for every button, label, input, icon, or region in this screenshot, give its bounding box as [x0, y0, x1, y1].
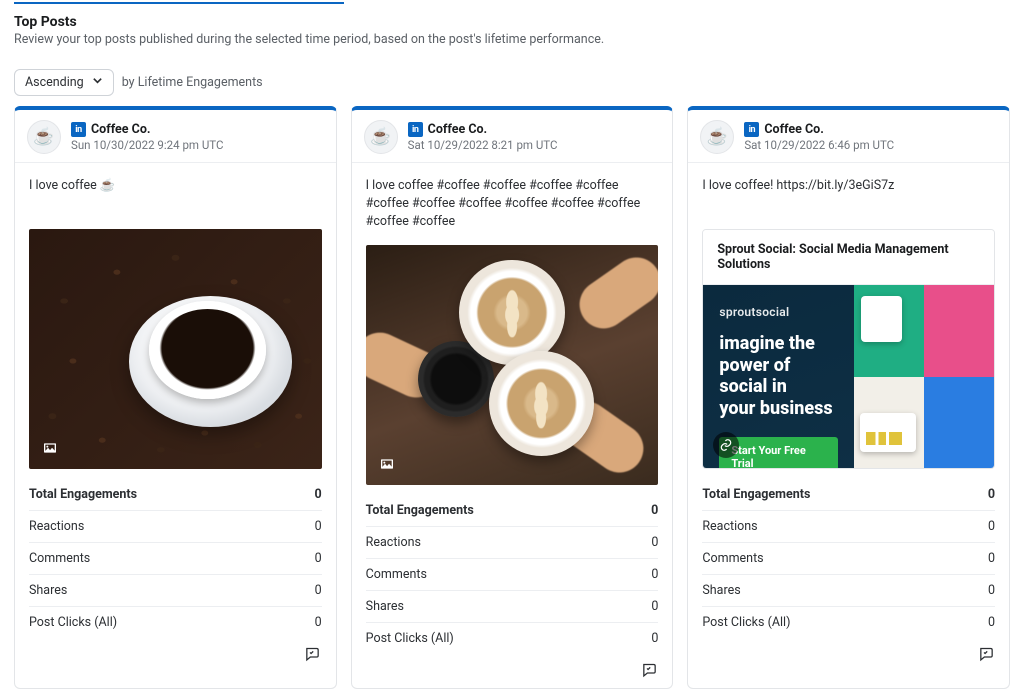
metric-value: 0 [651, 535, 658, 550]
metric-label: Total Engagements [29, 487, 137, 502]
metric-label: Reactions [29, 519, 84, 534]
post-header: ☕ in Coffee Co. Sun 10/30/2022 9:24 pm U… [15, 110, 336, 163]
metric-label: Comments [366, 567, 427, 582]
link-preview-collage [854, 285, 994, 468]
metrics-table: Total Engagements0 Reactions0 Comments0 … [15, 469, 336, 640]
metrics-table: Total Engagements0 Reactions0 Comments0 … [688, 469, 1009, 640]
metric-label: Total Engagements [366, 503, 474, 518]
image-icon [376, 453, 398, 475]
author-name[interactable]: Coffee Co. [428, 122, 488, 137]
sort-direction-dropdown[interactable]: Ascending [14, 69, 114, 96]
metric-label: Reactions [702, 519, 757, 534]
link-preview-title: Sprout Social: Social Media Management S… [703, 230, 994, 285]
post-text: I love coffee! https://bit.ly/3eGiS7z [688, 163, 1009, 223]
metric-label: Shares [702, 583, 740, 598]
post-card: ☕ in Coffee Co. Sun 10/30/2022 9:24 pm U… [14, 106, 337, 689]
metric-value: 0 [988, 519, 995, 534]
metric-label: Post Clicks (All) [702, 615, 790, 630]
post-timestamp: Sat 10/29/2022 8:21 pm UTC [408, 138, 558, 152]
post-timestamp: Sat 10/29/2022 6:46 pm UTC [744, 138, 894, 152]
linkedin-network-icon: in [408, 122, 423, 137]
image-icon [39, 437, 61, 459]
avatar: ☕ [27, 120, 61, 154]
author-name[interactable]: Coffee Co. [91, 122, 151, 137]
metric-value: 0 [651, 503, 658, 518]
metric-label: Shares [366, 599, 404, 614]
metric-value: 0 [651, 567, 658, 582]
avatar: ☕ [364, 120, 398, 154]
metric-value: 0 [988, 551, 995, 566]
metric-label: Shares [29, 583, 67, 598]
metrics-table: Total Engagements0 Reactions0 Comments0 … [352, 485, 673, 656]
metric-label: Total Engagements [702, 487, 810, 502]
tag-post-button[interactable] [302, 642, 324, 664]
metric-value: 0 [315, 519, 322, 534]
metric-value: 0 [651, 631, 658, 646]
link-preview-headline: imagine the power of social in your busi… [719, 333, 838, 419]
post-card: ☕ in Coffee Co. Sat 10/29/2022 6:46 pm U… [687, 106, 1010, 689]
linkedin-network-icon: in [744, 122, 759, 137]
author-name[interactable]: Coffee Co. [764, 122, 824, 137]
post-cards: ☕ in Coffee Co. Sun 10/30/2022 9:24 pm U… [14, 106, 1010, 689]
metric-label: Post Clicks (All) [366, 631, 454, 646]
metric-value: 0 [988, 615, 995, 630]
metric-value: 0 [315, 551, 322, 566]
metric-value: 0 [315, 615, 322, 630]
post-link-preview[interactable]: Sprout Social: Social Media Management S… [702, 229, 995, 469]
section-subtitle: Review your top posts published during t… [14, 32, 1010, 47]
linkedin-network-icon: in [71, 122, 86, 137]
section-title: Top Posts [14, 14, 1010, 30]
metric-value: 0 [988, 583, 995, 598]
avatar: ☕ [700, 120, 734, 154]
chevron-down-icon [92, 75, 103, 90]
sort-by-text: by Lifetime Engagements [122, 75, 263, 90]
metric-value: 0 [315, 583, 322, 598]
post-text: I love coffee ☕ [15, 163, 336, 223]
post-header: ☕ in Coffee Co. Sat 10/29/2022 6:46 pm U… [688, 110, 1009, 163]
tag-post-button[interactable] [638, 658, 660, 680]
metric-value: 0 [651, 599, 658, 614]
sort-direction-label: Ascending [25, 75, 84, 90]
metric-label: Comments [702, 551, 763, 566]
metric-label: Post Clicks (All) [29, 615, 117, 630]
post-timestamp: Sun 10/30/2022 9:24 pm UTC [71, 138, 224, 152]
post-card: ☕ in Coffee Co. Sat 10/29/2022 8:21 pm U… [351, 106, 674, 689]
metric-value: 0 [315, 487, 322, 502]
post-image[interactable] [366, 245, 659, 485]
link-preview-brand: sproutsocial [719, 305, 838, 319]
metric-value: 0 [988, 487, 995, 502]
post-text: I love coffee #coffee #coffee #coffee #c… [352, 163, 673, 239]
metric-label: Reactions [366, 535, 421, 550]
tag-post-button[interactable] [975, 642, 997, 664]
metric-label: Comments [29, 551, 90, 566]
post-header: ☕ in Coffee Co. Sat 10/29/2022 8:21 pm U… [352, 110, 673, 163]
post-image[interactable] [29, 229, 322, 469]
